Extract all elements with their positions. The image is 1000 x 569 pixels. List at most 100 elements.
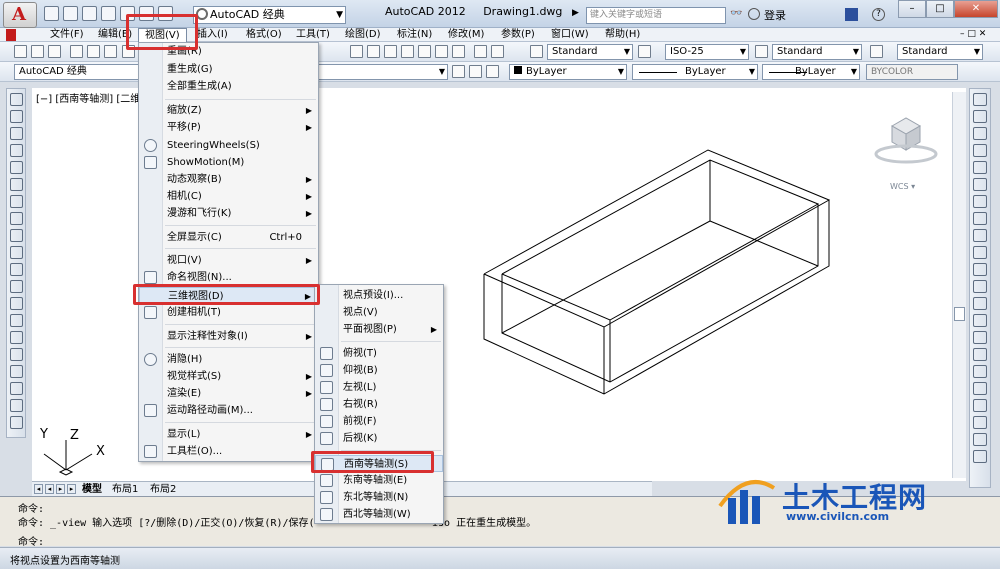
table-icon[interactable]: [10, 382, 23, 395]
design-center-icon[interactable]: [367, 45, 380, 58]
menu-item-render[interactable]: 渲染(E) ▶: [139, 385, 318, 402]
break-icon[interactable]: [973, 297, 987, 310]
menu-item-pan[interactable]: 平移(P) ▶: [139, 119, 318, 136]
layer-previous-icon[interactable]: [469, 65, 482, 78]
blend-icon[interactable]: [973, 365, 987, 378]
menu-item-nw-iso[interactable]: 西北等轴测(W): [315, 506, 443, 523]
multileader-style-icon[interactable]: [870, 45, 883, 58]
polyline-icon[interactable]: [10, 127, 23, 140]
workspace-dropdown[interactable]: AutoCAD 经典 ▼: [193, 6, 346, 24]
layer-state-icon[interactable]: [491, 45, 504, 58]
rectangle-icon[interactable]: [10, 161, 23, 174]
vertical-scrollbar[interactable]: [952, 92, 966, 478]
save-icon[interactable]: [82, 6, 97, 21]
menu-item-front[interactable]: 前视(F): [315, 413, 443, 430]
offset-icon[interactable]: [973, 144, 987, 157]
preview-icon[interactable]: [87, 45, 100, 58]
pedit-icon[interactable]: [973, 450, 987, 463]
fillet-icon[interactable]: [973, 348, 987, 361]
menu-item-annotative[interactable]: 显示注释性对象(I) ▶: [139, 328, 318, 345]
first-tab-icon[interactable]: ◂: [34, 484, 43, 494]
menu-item-regen-all[interactable]: 全部重生成(A): [139, 78, 318, 95]
construction-line-icon[interactable]: [10, 110, 23, 123]
menu-help[interactable]: 帮助(H): [605, 28, 640, 41]
stretch-icon[interactable]: [973, 229, 987, 242]
menu-format[interactable]: 格式(O): [246, 28, 282, 41]
table-style-select[interactable]: Standard ▼: [772, 44, 862, 60]
table-style-icon[interactable]: [755, 45, 768, 58]
chamfer-icon[interactable]: [973, 331, 987, 344]
spline-icon[interactable]: [10, 229, 23, 242]
revcloud-icon[interactable]: [10, 212, 23, 225]
dim-style-icon[interactable]: [638, 45, 651, 58]
login-button[interactable]: 登录: [764, 7, 786, 23]
menu-item-plan-view[interactable]: 平面视图(P) ▶: [315, 321, 443, 338]
menu-item-right[interactable]: 右视(R): [315, 396, 443, 413]
multileader-style-select[interactable]: Standard ▼: [897, 44, 983, 60]
draworder-icon[interactable]: [973, 399, 987, 412]
menu-parametric[interactable]: 参数(P): [501, 28, 535, 41]
tab-model[interactable]: 模型: [82, 483, 102, 496]
properties-icon[interactable]: [350, 45, 363, 58]
new-icon[interactable]: [14, 45, 27, 58]
hatch-icon[interactable]: [10, 331, 23, 344]
text-edit-icon[interactable]: [973, 416, 987, 429]
color-select[interactable]: ByLayer ▼: [509, 64, 627, 80]
menu-item-top[interactable]: 俯视(T): [315, 345, 443, 362]
application-menu-button[interactable]: A: [3, 2, 37, 28]
menu-item-motion-path[interactable]: 运动路径动画(M)...: [139, 402, 318, 419]
menu-item-walk-fly[interactable]: 漫游和飞行(K) ▶: [139, 205, 318, 222]
menu-item-zoom[interactable]: 缩放(Z) ▶: [139, 102, 318, 119]
erase-icon[interactable]: [973, 93, 987, 106]
sheet-set-icon[interactable]: [401, 45, 414, 58]
ellipse-arc-icon[interactable]: [10, 263, 23, 276]
open-icon[interactable]: [31, 45, 44, 58]
menu-item-bottom[interactable]: 仰视(B): [315, 362, 443, 379]
maximize-button[interactable]: □: [926, 0, 954, 18]
command-prompt[interactable]: 命令:: [18, 533, 44, 548]
make-current-icon[interactable]: [452, 65, 465, 78]
menu-tools[interactable]: 工具(T): [296, 28, 330, 41]
circle-icon[interactable]: [10, 195, 23, 208]
tab-layout2[interactable]: 布局2: [150, 483, 176, 496]
arc-icon[interactable]: [10, 178, 23, 191]
menu-item-steeringwheels[interactable]: SteeringWheels(S): [139, 137, 318, 154]
rotate-icon[interactable]: [973, 195, 987, 208]
copy-object-icon[interactable]: [973, 110, 987, 123]
add-selected-icon[interactable]: [10, 416, 23, 429]
saveas-icon[interactable]: [101, 6, 116, 21]
extend-icon[interactable]: [973, 263, 987, 276]
match-layer-icon[interactable]: [486, 65, 499, 78]
menu-window[interactable]: 窗口(W): [551, 28, 589, 41]
linetype-select[interactable]: ByLayer ▼: [632, 64, 758, 80]
tablet-icon[interactable]: [452, 45, 465, 58]
menu-item-orbit[interactable]: 动态观察(B) ▶: [139, 171, 318, 188]
menu-modify[interactable]: 修改(M): [448, 28, 484, 41]
layer-icon[interactable]: [474, 45, 487, 58]
menu-item-vpoint-presets[interactable]: 视点预设(I)...: [315, 287, 443, 304]
menu-item-regen[interactable]: 重生成(G): [139, 61, 318, 78]
dim-style-select[interactable]: ISO-25 ▼: [665, 44, 749, 60]
menu-item-vpoint[interactable]: 视点(V): [315, 304, 443, 321]
close-button[interactable]: ✕: [954, 0, 998, 18]
viewcube[interactable]: [870, 104, 940, 194]
menu-item-ne-iso[interactable]: 东北等轴测(N): [315, 489, 443, 506]
doc-window-controls[interactable]: – □ ✕: [960, 28, 986, 41]
print-icon[interactable]: [70, 45, 83, 58]
help-icon[interactable]: ?: [872, 8, 885, 21]
menu-item-viewports[interactable]: 视口(V) ▶: [139, 252, 318, 269]
menu-item-se-iso[interactable]: 东南等轴测(E): [315, 472, 443, 489]
trim-icon[interactable]: [973, 246, 987, 259]
array-icon[interactable]: [973, 161, 987, 174]
search-arrow-icon[interactable]: ▶: [572, 8, 579, 18]
menu-item-hide[interactable]: 消隐(H): [139, 351, 318, 368]
gradient-icon[interactable]: [10, 348, 23, 361]
region-icon[interactable]: [10, 365, 23, 378]
menu-draw[interactable]: 绘图(D): [345, 28, 381, 41]
last-tab-icon[interactable]: ▸: [67, 484, 76, 494]
menu-dimension[interactable]: 标注(N): [397, 28, 432, 41]
mtext-icon[interactable]: [10, 399, 23, 412]
quickcalc-icon[interactable]: [435, 45, 448, 58]
explode-icon[interactable]: [973, 382, 987, 395]
menu-item-left[interactable]: 左视(L): [315, 379, 443, 396]
